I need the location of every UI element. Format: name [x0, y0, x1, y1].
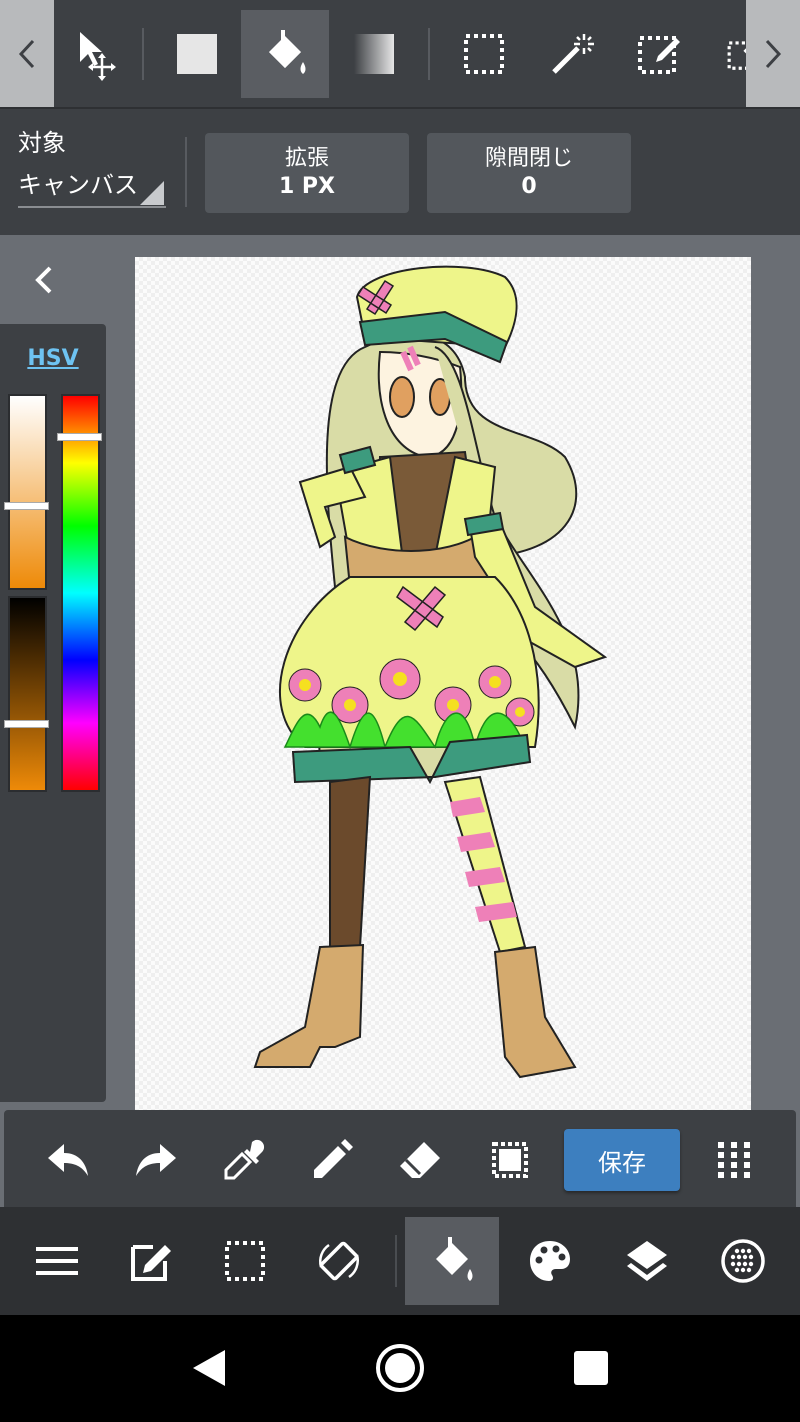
select-all-button[interactable] — [484, 1134, 536, 1186]
dotted-circle-icon — [721, 1239, 765, 1283]
menu-button[interactable] — [10, 1217, 104, 1305]
hamburger-icon — [36, 1247, 78, 1275]
tool-options-bar: 対象 キャンバス 拡張 1 PX 隙間閉じ 0 — [0, 107, 800, 235]
dotted-rectangle-icon — [464, 34, 504, 74]
dropdown-corner-icon — [140, 181, 164, 205]
color-panel: HSV — [0, 324, 106, 1102]
more-grid-button[interactable] — [708, 1134, 760, 1186]
action-bar: 保存 — [4, 1110, 796, 1207]
select-pen-tool-button[interactable] — [616, 10, 704, 98]
eyedropper-button[interactable] — [218, 1134, 270, 1186]
brightness-slider[interactable] — [8, 596, 47, 792]
system-navigation-bar — [0, 1315, 800, 1422]
back-triangle-icon — [193, 1350, 225, 1386]
layers-button[interactable] — [600, 1217, 694, 1305]
selection-pen-icon — [638, 36, 680, 74]
pencil-icon — [314, 1139, 353, 1178]
eyedropper-icon — [224, 1139, 265, 1180]
hue-slider[interactable] — [61, 394, 100, 792]
screen-rotation-icon — [319, 1241, 359, 1281]
edit-square-icon — [131, 1245, 171, 1281]
palette-icon — [530, 1241, 570, 1281]
home-circle-icon — [376, 1344, 424, 1392]
target-label: 対象 — [18, 129, 66, 157]
pen-button[interactable] — [306, 1134, 358, 1186]
expand-button[interactable]: 拡張 1 PX — [205, 133, 409, 213]
edit-button[interactable] — [104, 1217, 198, 1305]
target-dropdown[interactable]: キャンバス — [18, 165, 138, 200]
selection-button[interactable] — [198, 1217, 292, 1305]
drawing-canvas[interactable] — [135, 257, 751, 1127]
layers-icon — [627, 1241, 667, 1281]
redo-icon — [136, 1144, 176, 1176]
undo-button[interactable] — [42, 1134, 94, 1186]
chevron-left-icon — [18, 39, 35, 68]
recents-square-icon — [574, 1351, 608, 1385]
main-bar-divider — [395, 1235, 397, 1287]
toolbar-divider — [428, 28, 430, 80]
redo-button[interactable] — [130, 1134, 182, 1186]
gap-close-button[interactable]: 隙間閉じ 0 — [427, 133, 631, 213]
brush-settings-button[interactable] — [696, 1217, 790, 1305]
filled-square-icon — [177, 34, 217, 74]
dropdown-underline — [18, 206, 166, 208]
expand-value: 1 PX — [278, 174, 336, 199]
paint-bucket-icon — [436, 1237, 473, 1281]
save-button[interactable]: 保存 — [564, 1129, 680, 1191]
toolbar-scroll-right-button[interactable] — [746, 0, 800, 107]
hue-handle[interactable] — [57, 433, 102, 441]
undo-icon — [48, 1144, 88, 1176]
saturation-slider[interactable] — [8, 394, 47, 590]
bucket-fill-button[interactable] — [405, 1217, 499, 1305]
select-rect-tool-button[interactable] — [440, 10, 528, 98]
chevron-left-icon — [35, 266, 52, 294]
toolbar-scroll-left-button[interactable] — [0, 0, 54, 107]
saturation-handle[interactable] — [4, 502, 49, 510]
dotted-rectangle-icon — [225, 1241, 265, 1281]
options-divider — [185, 137, 187, 207]
bucket-fill-tool-button[interactable] — [241, 10, 329, 98]
fill-color-tool-button[interactable] — [153, 10, 241, 98]
toolbar-divider — [142, 28, 144, 80]
nav-recents-button[interactable] — [572, 1349, 610, 1387]
gap-close-value: 0 — [521, 174, 537, 199]
nav-home-button[interactable] — [374, 1342, 426, 1394]
magic-wand-icon — [552, 34, 594, 74]
gradient-tool-button[interactable] — [330, 10, 418, 98]
hsv-mode-link[interactable]: HSV — [0, 346, 106, 371]
move-tool-button[interactable] — [50, 10, 138, 98]
selection-fill-icon — [492, 1142, 528, 1178]
chevron-right-icon — [765, 39, 782, 68]
expand-label: 拡張 — [284, 146, 329, 171]
nav-back-button[interactable] — [186, 1345, 232, 1391]
rotate-canvas-button[interactable] — [292, 1217, 386, 1305]
color-palette-button[interactable] — [503, 1217, 597, 1305]
gap-close-label: 隙間閉じ — [484, 146, 573, 171]
top-toolbar — [0, 0, 800, 107]
move-arrow-icon — [80, 32, 116, 81]
collapse-color-panel-button[interactable] — [22, 258, 66, 302]
paint-bucket-icon — [269, 30, 306, 74]
brightness-handle[interactable] — [4, 720, 49, 728]
grid-dots-icon — [718, 1142, 750, 1178]
eraser-icon — [400, 1142, 440, 1178]
character-illustration — [253, 265, 608, 1079]
gradient-icon — [354, 34, 394, 74]
main-menu-bar — [0, 1207, 800, 1315]
magic-wand-tool-button[interactable] — [528, 10, 616, 98]
eraser-button[interactable] — [394, 1134, 446, 1186]
